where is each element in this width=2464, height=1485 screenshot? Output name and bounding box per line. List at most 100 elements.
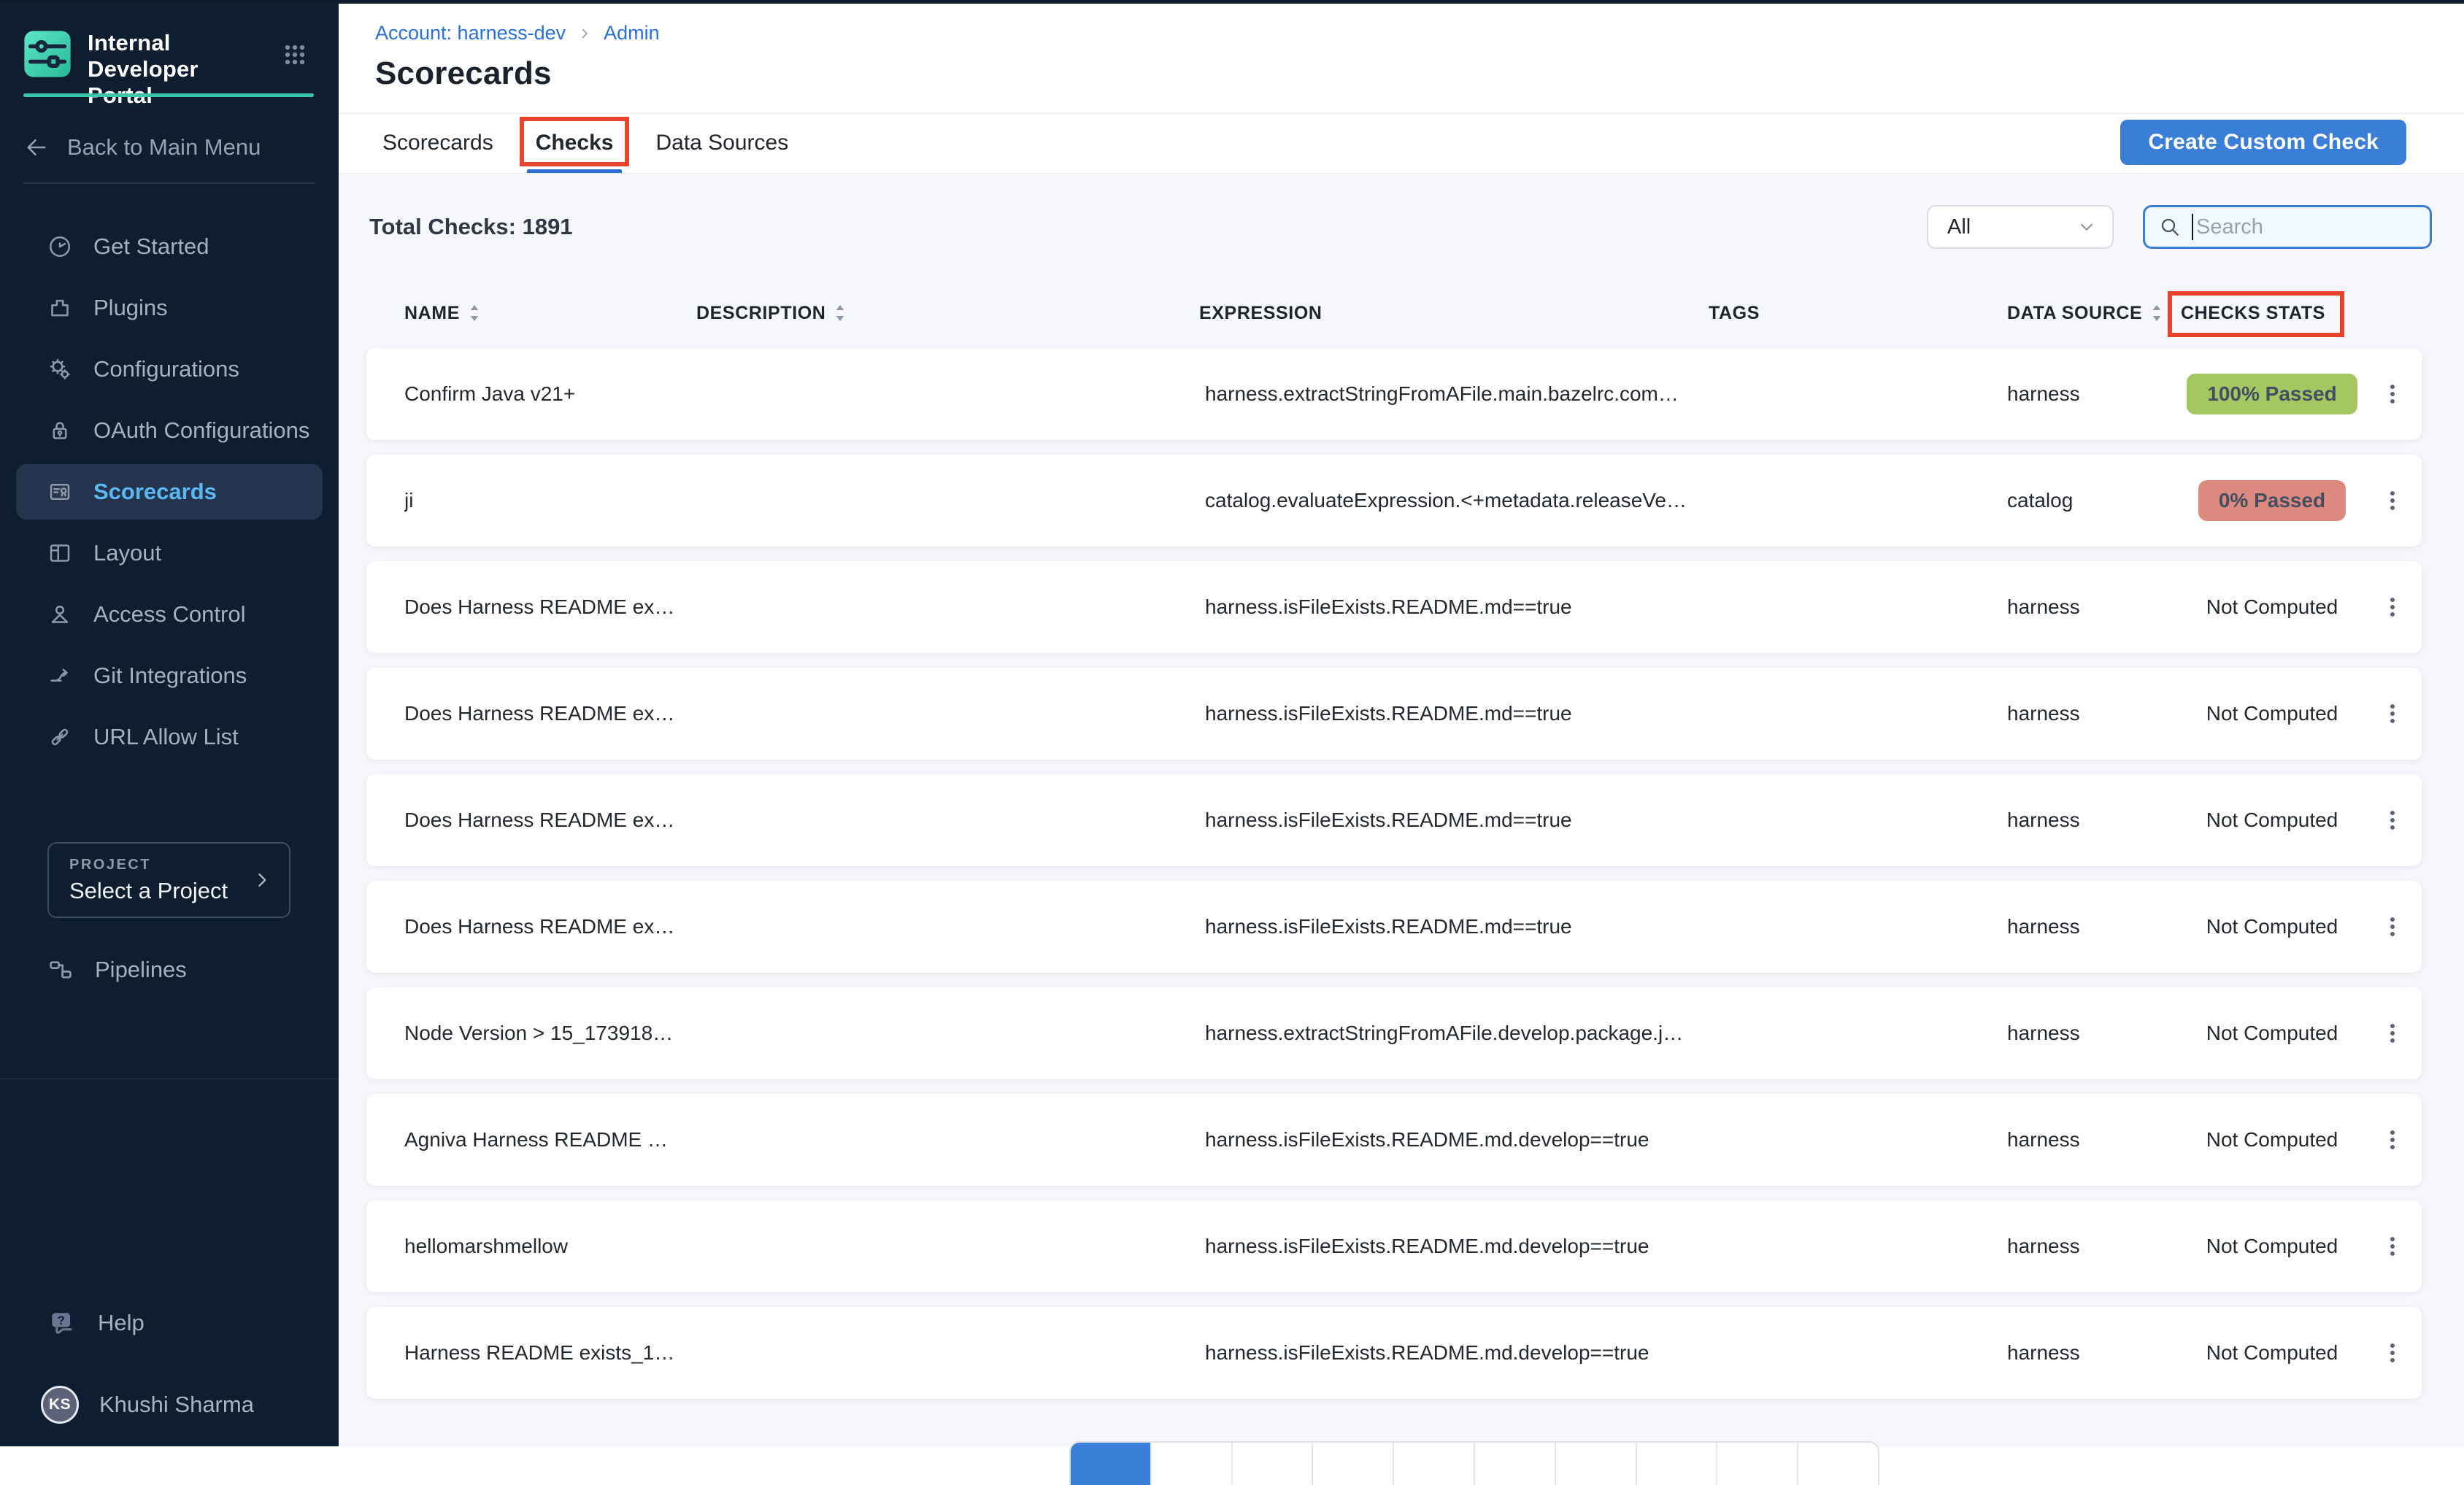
row-actions-menu[interactable] <box>2363 808 2422 833</box>
table-row[interactable]: Agniva Harness README exists...harness.i… <box>366 1094 2422 1186</box>
pagination-page[interactable] <box>1716 1443 1797 1485</box>
search-input[interactable]: Search <box>2143 205 2432 249</box>
check-stats: Not Computed <box>2181 1341 2363 1365</box>
pipelines-icon <box>47 956 74 984</box>
table-row[interactable]: hellomarshmellow harness.isFileExists.REA… <box>366 1200 2422 1292</box>
back-to-main-menu[interactable]: Back to Main Menu <box>23 120 315 175</box>
sidebar-item-plugins[interactable]: Plugins <box>16 280 323 336</box>
row-actions-menu[interactable] <box>2363 1021 2422 1046</box>
sidebar-item-label: Access Control <box>93 601 245 628</box>
row-actions-menu[interactable] <box>2363 1234 2422 1259</box>
column-header-tags: TAGS <box>1709 303 2007 324</box>
sidebar-item-url-allow-list[interactable]: URL Allow List <box>16 709 323 765</box>
pagination-page[interactable] <box>1474 1443 1555 1485</box>
check-stats: Not Computed <box>2181 595 2363 619</box>
table-row[interactable]: Node Version > 15_1739188021...harness.e… <box>366 987 2422 1079</box>
check-data-source: harness <box>2007 382 2181 406</box>
sidebar-item-git-integrations[interactable]: Git Integrations <box>16 648 323 703</box>
sidebar-item-label: Layout <box>93 540 161 566</box>
kebab-icon <box>2380 1127 2405 1152</box>
filter-dropdown[interactable]: All <box>1927 205 2114 249</box>
column-label: DATA SOURCE <box>2007 303 2142 324</box>
check-data-source: harness <box>2007 595 2181 619</box>
project-selector[interactable]: PROJECT Select a Project <box>47 842 290 918</box>
main-content: Account: harness-dev Admin Scorecards Sc… <box>339 0 2464 1446</box>
check-name: Harness README exists_173917... <box>404 1341 696 1365</box>
table-row[interactable]: Does Harness README exist?harness.isFile… <box>366 774 2422 866</box>
sidebar-item-configurations[interactable]: Configurations <box>16 342 323 397</box>
row-actions-menu[interactable] <box>2363 1127 2422 1152</box>
check-expression: harness.isFileExists.README.md.develop==… <box>1199 1235 1709 1258</box>
column-header-data-source[interactable]: DATA SOURCE <box>2007 303 2181 324</box>
sidebar-item-pipelines[interactable]: Pipelines <box>16 942 323 998</box>
tab-data-sources[interactable]: Data Sources <box>648 113 796 173</box>
total-checks-count: Total Checks: 1891 <box>369 214 573 240</box>
sidebar-item-get-started[interactable]: Get Started <box>16 219 323 274</box>
filter-value: All <box>1947 215 1971 239</box>
check-data-source: harness <box>2007 1022 2181 1045</box>
sidebar-item-label: Plugins <box>93 295 168 321</box>
table-row[interactable]: Does Harness README exist?harness.isFile… <box>366 561 2422 653</box>
stats-value: Not Computed <box>2206 1341 2338 1365</box>
column-header-name[interactable]: NAME <box>404 303 696 324</box>
row-actions-menu[interactable] <box>2363 488 2422 513</box>
help-label: Help <box>98 1310 145 1336</box>
check-name: hellomarshmellow <box>404 1235 696 1258</box>
pagination-page[interactable] <box>1393 1443 1474 1485</box>
scorecard-icon <box>47 479 73 505</box>
create-custom-check-button[interactable]: Create Custom Check <box>2120 120 2406 165</box>
row-actions-menu[interactable] <box>2363 914 2422 939</box>
pagination-page[interactable] <box>1797 1443 1878 1485</box>
pagination-page[interactable] <box>1312 1443 1393 1485</box>
breadcrumb-admin-link[interactable]: Admin <box>604 22 660 45</box>
tab-scorecards[interactable]: Scorecards <box>375 113 501 173</box>
search-placeholder: Search <box>2196 215 2263 239</box>
kebab-icon <box>2380 382 2405 406</box>
kebab-icon <box>2380 808 2405 833</box>
check-stats: Not Computed <box>2181 915 2363 938</box>
check-stats: Not Computed <box>2181 1235 2363 1258</box>
checks-panel: Total Checks: 1891 All Search NAMEDESCRI… <box>339 173 2464 1446</box>
pagination-page[interactable] <box>1231 1443 1312 1485</box>
stats-badge: 100% Passed <box>2187 374 2357 414</box>
chevron-right-icon <box>250 868 274 892</box>
table-row[interactable]: Does Harness README exist?harness.isFile… <box>366 881 2422 973</box>
sidebar-item-label: Configurations <box>93 356 239 382</box>
row-actions-menu[interactable] <box>2363 382 2422 406</box>
table-row[interactable]: Does Harness README exist?harness.isFile… <box>366 668 2422 760</box>
tab-label: Scorecards <box>382 131 493 155</box>
pagination-page[interactable] <box>1555 1443 1636 1485</box>
table-row[interactable]: Confirm Java v21+harness.extractStringFr… <box>366 348 2422 440</box>
sidebar-item-label: Git Integrations <box>93 663 247 689</box>
pagination-page[interactable] <box>1150 1443 1231 1485</box>
search-icon <box>2158 215 2182 239</box>
row-actions-menu[interactable] <box>2363 701 2422 726</box>
tab-checks[interactable]: Checks <box>528 113 621 173</box>
sidebar-item-access-control[interactable]: Access Control <box>16 587 323 642</box>
check-stats: Not Computed <box>2181 702 2363 725</box>
table-header-row: NAMEDESCRIPTIONEXPRESSIONTAGSDATA SOURCE… <box>366 288 2422 339</box>
check-name: Does Harness README exist? <box>404 915 696 938</box>
column-header-description[interactable]: DESCRIPTION <box>696 303 1199 324</box>
tab-label: Checks <box>536 131 614 155</box>
text-cursor <box>2192 214 2193 240</box>
sidebar-item-label: OAuth Configurations <box>93 417 309 444</box>
row-actions-menu[interactable] <box>2363 595 2422 620</box>
breadcrumb-account-link[interactable]: Account: harness-dev <box>375 22 566 45</box>
compass-icon <box>47 234 73 260</box>
table-row[interactable]: Harness README exists_173917...harness.i… <box>366 1307 2422 1399</box>
pagination-page[interactable] <box>1636 1443 1717 1485</box>
kebab-icon <box>2380 595 2405 620</box>
pagination-page-active[interactable] <box>1071 1443 1150 1485</box>
sidebar-item-layout[interactable]: Layout <box>16 525 323 581</box>
app-switcher-grid-icon[interactable] <box>280 40 309 69</box>
help-button[interactable]: Help <box>47 1295 145 1351</box>
table-row[interactable]: jicatalog.evaluateExpression.<+metadata.… <box>366 455 2422 547</box>
project-label: PROJECT <box>69 857 228 873</box>
sidebar-item-scorecards[interactable]: Scorecards <box>16 464 323 520</box>
sidebar-item-oauth-configurations[interactable]: OAuth Configurations <box>16 403 323 458</box>
row-actions-menu[interactable] <box>2363 1341 2422 1365</box>
check-data-source: harness <box>2007 702 2181 725</box>
user-menu[interactable]: KS Khushi Sharma <box>41 1386 254 1424</box>
sort-icon <box>833 303 847 323</box>
